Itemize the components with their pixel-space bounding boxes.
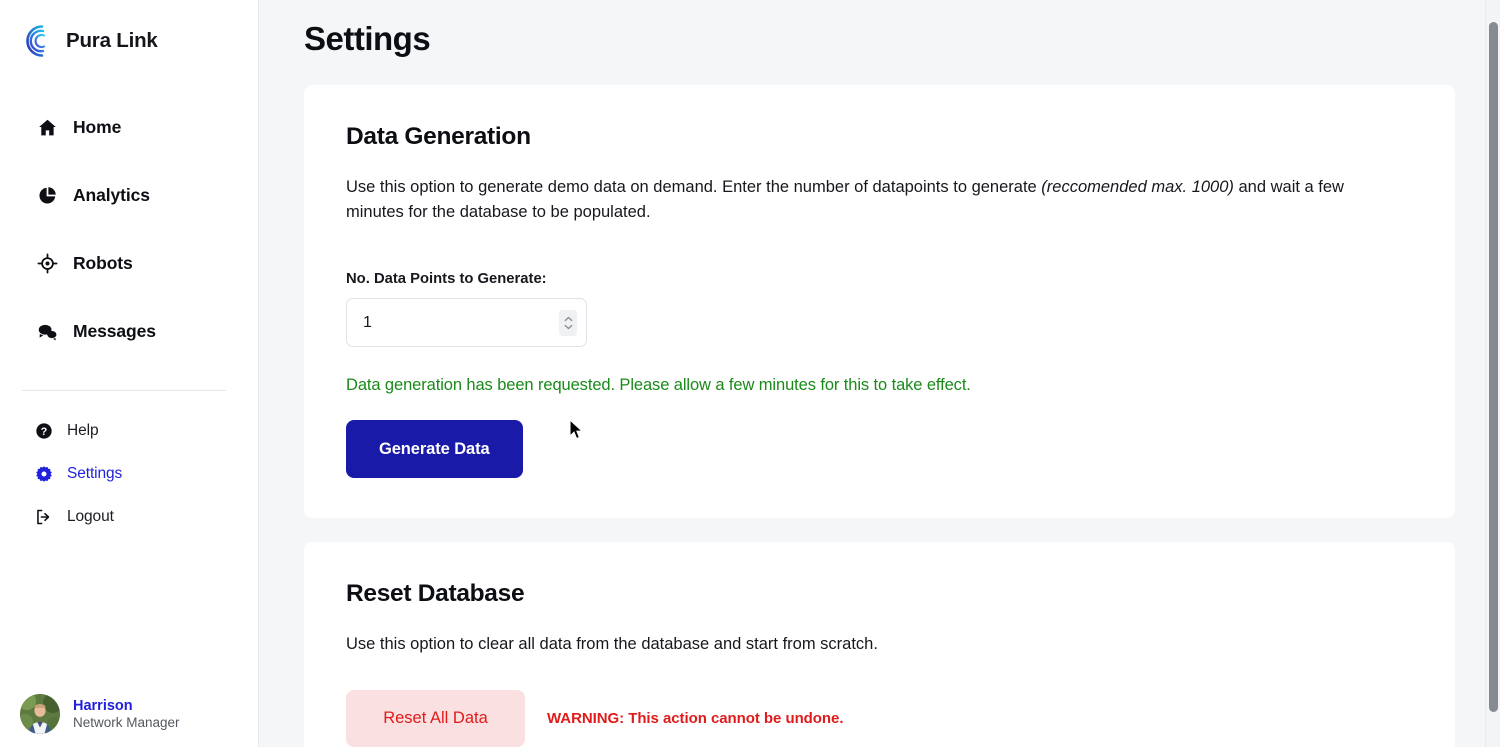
reset-action-row: Reset All Data WARNING: This action cann… xyxy=(346,690,1413,747)
reset-all-data-button[interactable]: Reset All Data xyxy=(346,690,525,747)
logout-arrow-icon xyxy=(34,508,53,527)
data-points-input[interactable] xyxy=(363,314,543,332)
data-points-label: No. Data Points to Generate: xyxy=(346,271,1413,287)
avatar xyxy=(20,694,60,734)
data-generation-description: Use this option to generate demo data on… xyxy=(346,175,1388,225)
sidebar-item-robots[interactable]: Robots xyxy=(0,245,258,281)
sidebar-item-settings[interactable]: Settings xyxy=(0,461,258,487)
secondary-nav: ? Help Settings xyxy=(0,418,258,547)
sidebar: Pura Link Home Analytics xyxy=(0,0,259,747)
sidebar-item-help-label: Help xyxy=(67,422,98,440)
crosshair-icon xyxy=(37,253,58,274)
generate-data-button[interactable]: Generate Data xyxy=(346,420,523,478)
sidebar-item-help[interactable]: ? Help xyxy=(0,418,258,444)
sidebar-item-settings-label: Settings xyxy=(67,465,122,483)
brand[interactable]: Pura Link xyxy=(0,0,258,62)
arcs-logo-icon xyxy=(22,24,56,58)
generation-status-message: Data generation has been requested. Plea… xyxy=(346,376,1413,395)
question-circle-icon: ? xyxy=(34,422,53,441)
page-title: Settings xyxy=(259,0,1500,58)
user-role: Network Manager xyxy=(73,715,180,732)
reset-warning-text: WARNING: This action cannot be undone. xyxy=(547,710,843,727)
sidebar-item-logout-label: Logout xyxy=(67,508,114,526)
vertical-scrollbar-thumb[interactable] xyxy=(1489,22,1498,712)
gear-icon xyxy=(34,465,53,484)
primary-nav: Home Analytics xyxy=(0,109,258,381)
user-profile[interactable]: Harrison Network Manager xyxy=(0,694,180,734)
data-points-input-wrapper[interactable] xyxy=(346,298,587,347)
main-content: Settings Data Generation Use this option… xyxy=(259,0,1500,747)
vertical-scrollbar[interactable] xyxy=(1485,0,1500,747)
quantity-stepper[interactable] xyxy=(559,310,577,336)
data-generation-card: Data Generation Use this option to gener… xyxy=(304,85,1455,518)
pie-chart-icon xyxy=(37,185,58,206)
reset-database-card: Reset Database Use this option to clear … xyxy=(304,542,1455,747)
app-root: Pura Link Home Analytics xyxy=(0,0,1500,747)
sidebar-divider xyxy=(22,390,226,391)
description-emphasis: (reccomended max. 1000) xyxy=(1041,178,1234,196)
sidebar-item-robots-label: Robots xyxy=(73,253,133,274)
sidebar-item-home-label: Home xyxy=(73,117,121,138)
home-icon xyxy=(37,117,58,138)
data-generation-title: Data Generation xyxy=(346,123,1413,151)
sidebar-item-logout[interactable]: Logout xyxy=(0,504,258,530)
chat-bubbles-icon xyxy=(37,321,58,342)
sidebar-item-analytics[interactable]: Analytics xyxy=(0,177,258,213)
sidebar-item-messages[interactable]: Messages xyxy=(0,313,258,349)
svg-text:?: ? xyxy=(40,426,47,438)
user-name: Harrison xyxy=(73,697,180,715)
brand-name: Pura Link xyxy=(66,29,158,53)
sidebar-item-home[interactable]: Home xyxy=(0,109,258,145)
description-text-part1: Use this option to generate demo data on… xyxy=(346,178,1041,196)
sidebar-item-analytics-label: Analytics xyxy=(73,185,150,206)
reset-database-description: Use this option to clear all data from t… xyxy=(346,632,1388,657)
sidebar-item-messages-label: Messages xyxy=(73,321,156,342)
reset-database-title: Reset Database xyxy=(346,580,1413,608)
